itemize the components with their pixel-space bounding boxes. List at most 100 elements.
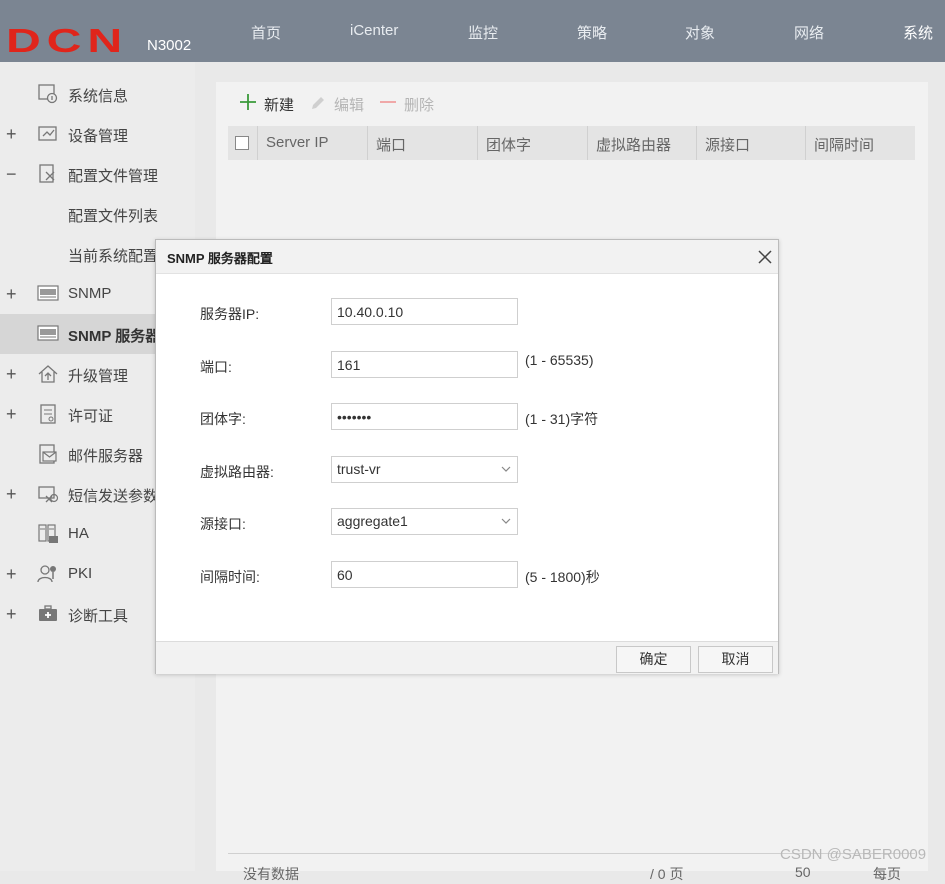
column-divider: [477, 126, 478, 160]
cancel-button[interactable]: 取消: [698, 646, 773, 673]
sidebar-item-device-management[interactable]: + 设备管理: [0, 114, 195, 154]
pki-icon: [37, 565, 56, 583]
column-header-server-ip[interactable]: Server IP: [266, 134, 329, 151]
sms-icon: [38, 486, 59, 503]
port-label: 端口:: [200, 359, 232, 375]
column-divider: [805, 126, 806, 160]
column-header-port[interactable]: 端口: [376, 134, 406, 155]
source-interface-selected-value: aggregate1: [337, 513, 408, 529]
sidebar-item-label: PKI: [68, 565, 93, 582]
device-model: N3002: [147, 37, 192, 54]
interval-label: 间隔时间:: [200, 569, 260, 585]
config-file-icon: [39, 164, 55, 183]
nav-home[interactable]: 首页: [251, 22, 281, 43]
port-range-hint: (1 - 65535): [525, 352, 594, 368]
no-data-text: 没有数据: [243, 866, 299, 882]
top-header: DCN N3002 首页 iCenter 监控 策略 对象 网络 系统: [0, 0, 945, 62]
sidebar-item-label: 升级管理: [68, 368, 129, 385]
chevron-down-icon: [501, 518, 511, 524]
sidebar-item-config-file-management[interactable]: − 配置文件管理: [0, 154, 195, 194]
nav-policy[interactable]: 策略: [577, 22, 607, 43]
chevron-down-icon: [501, 466, 511, 472]
select-all-checkbox[interactable]: [235, 136, 249, 150]
sidebar-item-config-file-list[interactable]: 配置文件列表: [0, 194, 195, 234]
close-icon[interactable]: [757, 249, 773, 265]
expand-icon[interactable]: +: [6, 364, 22, 384]
delete-label: 删除: [404, 97, 435, 114]
edit-label: 编辑: [334, 97, 365, 114]
column-header-interval[interactable]: 间隔时间: [814, 134, 874, 155]
column-header-source-interface[interactable]: 源接口: [705, 134, 750, 155]
community-input[interactable]: [331, 403, 518, 430]
sidebar-item-label: 配置文件管理: [68, 168, 159, 185]
column-divider: [587, 126, 588, 160]
server-ip-label: 服务器IP:: [200, 306, 260, 322]
dialog-header: SNMP 服务器配置: [156, 240, 778, 274]
sidebar-item-label: SNMP 服务器: [68, 328, 161, 345]
plus-icon: [240, 94, 256, 110]
vrouter-select[interactable]: trust-vr: [331, 456, 518, 483]
device-management-icon: [38, 126, 57, 141]
interval-input[interactable]: [331, 561, 518, 588]
sidebar-item-label: 短信发送参数: [68, 488, 159, 505]
page-size-select[interactable]: 50: [795, 864, 811, 880]
column-divider: [696, 126, 697, 160]
expand-icon[interactable]: +: [6, 404, 22, 424]
snmp-icon: [37, 285, 59, 301]
nav-system[interactable]: 系统: [903, 22, 933, 43]
diagnostic-icon: [39, 605, 57, 621]
source-interface-select[interactable]: aggregate1: [331, 508, 518, 535]
sidebar-item-label: HA: [68, 525, 89, 542]
port-input[interactable]: [331, 351, 518, 378]
dialog-footer: 确定 取消: [156, 641, 778, 674]
expand-icon[interactable]: +: [6, 564, 22, 584]
new-label: 新建: [264, 97, 295, 114]
snmp-server-dialog: SNMP 服务器配置 服务器IP: 端口: (1 - 65535) 团体字: (…: [155, 239, 779, 674]
nav-monitor[interactable]: 监控: [468, 22, 498, 43]
column-divider: [367, 126, 368, 160]
sidebar-item-label: 邮件服务器: [68, 448, 144, 465]
expand-icon[interactable]: +: [6, 124, 22, 144]
sidebar-item-label: 系统信息: [68, 88, 129, 105]
collapse-icon[interactable]: −: [6, 164, 22, 184]
sidebar-item-label: 配置文件列表: [68, 208, 159, 225]
interval-range-hint: (5 - 1800)秒: [525, 569, 600, 585]
sidebar-item-label: 许可证: [68, 408, 114, 425]
minus-icon: [380, 101, 396, 103]
expand-icon[interactable]: +: [6, 604, 22, 624]
expand-icon[interactable]: +: [6, 484, 22, 504]
column-header-community[interactable]: 团体字: [486, 134, 531, 155]
vrouter-label: 虚拟路由器:: [200, 464, 274, 480]
sidebar-item-label: SNMP: [68, 285, 112, 302]
column-divider: [257, 126, 258, 160]
watermark: CSDN @SABER0009: [780, 846, 927, 863]
mail-server-icon: [39, 444, 57, 464]
dcn-logo: DCN: [6, 26, 128, 54]
table-header: Server IP 端口 团体字 虚拟路由器 源接口 间隔时间: [228, 126, 915, 160]
system-info-icon: [38, 84, 58, 104]
upgrade-icon: [38, 365, 58, 383]
per-page-label: 每页: [873, 866, 901, 882]
sidebar-item-label: 当前系统配置: [68, 248, 159, 265]
nav-network[interactable]: 网络: [794, 22, 824, 43]
vrouter-selected-value: trust-vr: [337, 461, 381, 477]
nav-object[interactable]: 对象: [685, 22, 715, 43]
ha-icon: [38, 524, 58, 543]
sidebar-item-system-info[interactable]: 系统信息: [0, 74, 195, 114]
nav-icenter[interactable]: iCenter: [350, 22, 398, 39]
community-label: 团体字:: [200, 411, 246, 427]
source-interface-label: 源接口:: [200, 516, 246, 532]
community-length-hint: (1 - 31)字符: [525, 411, 599, 427]
dialog-title: SNMP 服务器配置: [167, 251, 273, 266]
server-ip-input[interactable]: [331, 298, 518, 325]
svg-text:DCN: DCN: [6, 26, 128, 54]
ok-button[interactable]: 确定: [616, 646, 691, 673]
sidebar-item-label: 设备管理: [68, 128, 129, 145]
sidebar-item-label: 诊断工具: [68, 608, 129, 625]
page-count: / 0 页: [650, 866, 684, 882]
column-header-vrouter[interactable]: 虚拟路由器: [596, 134, 671, 155]
pencil-icon: [312, 97, 324, 109]
snmp-server-icon: [37, 325, 59, 341]
expand-icon[interactable]: +: [6, 284, 22, 304]
license-icon: [40, 404, 56, 424]
